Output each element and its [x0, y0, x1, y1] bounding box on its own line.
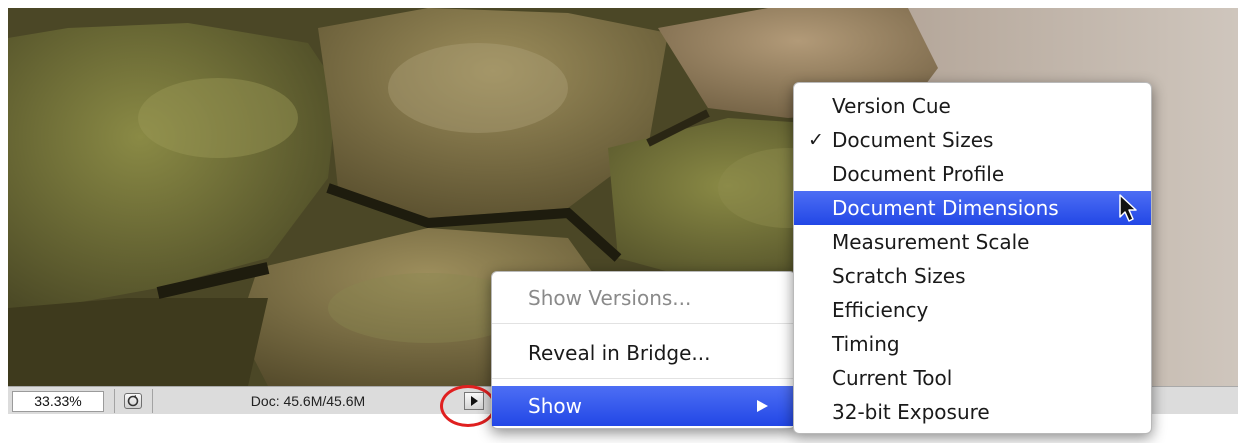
submenu-item-timing[interactable]: Timing: [794, 327, 1151, 361]
submenu-item-document-dimensions[interactable]: Document Dimensions: [794, 191, 1151, 225]
triangle-right-icon: [471, 396, 478, 406]
menu-divider: [492, 323, 795, 324]
menu-item-show[interactable]: Show: [492, 386, 795, 426]
menu-divider: [492, 378, 795, 379]
menu-item-show-versions: Show Versions...: [528, 286, 692, 310]
menu-item-reveal-in-bridge[interactable]: Reveal in Bridge...: [492, 333, 795, 373]
circular-arrow-icon[interactable]: [124, 393, 142, 409]
submenu-item-efficiency[interactable]: Efficiency: [794, 293, 1151, 327]
submenu-item-label: Document Sizes: [832, 128, 994, 152]
submenu-item-measurement-scale[interactable]: Measurement Scale: [794, 225, 1151, 259]
document-size-info: Doc: 45.6M/45.6M: [250, 393, 366, 409]
status-flyout-button[interactable]: [464, 392, 484, 410]
status-popup-menu: Show Versions... Reveal in Bridge... Sho…: [491, 271, 796, 429]
submenu-item-document-sizes[interactable]: ✓ Document Sizes: [794, 123, 1151, 157]
zoom-level-field[interactable]: 33.33%: [12, 391, 104, 412]
mouse-pointer-icon: [1119, 194, 1137, 222]
divider: [114, 389, 115, 413]
menu-item-show-label: Show: [528, 394, 582, 418]
checkmark-icon: ✓: [808, 129, 824, 151]
triangle-right-icon: [757, 400, 768, 412]
submenu-item-version-cue[interactable]: Version Cue: [794, 89, 1151, 123]
submenu-item-document-profile[interactable]: Document Profile: [794, 157, 1151, 191]
submenu-item-32-bit-exposure[interactable]: 32-bit Exposure: [794, 395, 1151, 429]
submenu-item-scratch-sizes[interactable]: Scratch Sizes: [794, 259, 1151, 293]
submenu-item-current-tool[interactable]: Current Tool: [794, 361, 1151, 395]
divider: [152, 389, 153, 413]
show-submenu: Version Cue ✓ Document Sizes Document Pr…: [793, 82, 1152, 434]
